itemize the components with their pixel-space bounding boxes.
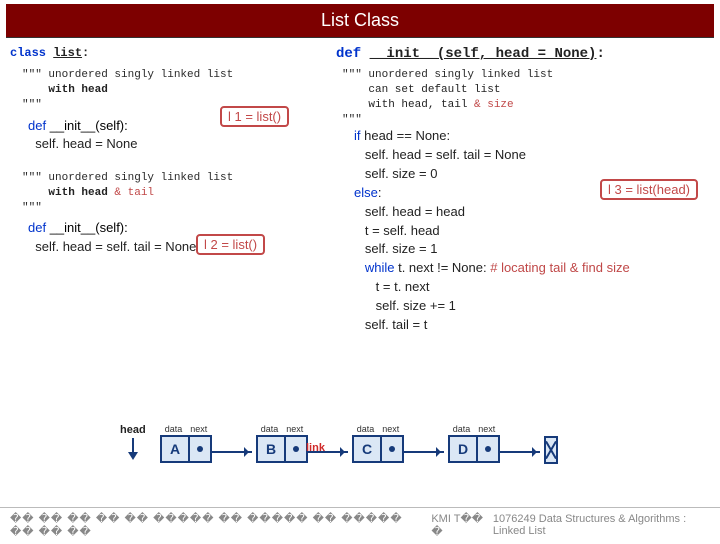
v2-doc-l2a: with head bbox=[48, 187, 114, 199]
c-l9: t = t. next bbox=[376, 279, 430, 294]
node-c-data: C bbox=[354, 437, 382, 461]
footer-glyphs: �� �� �� �� �� ����� �� ����� �� ����� �… bbox=[10, 512, 427, 538]
c-l8-rest: t. next != None: bbox=[394, 260, 486, 275]
left-column: class list: """ unordered singly linked … bbox=[6, 46, 336, 335]
node-a: data next A bbox=[160, 424, 212, 464]
node-d-data: D bbox=[450, 437, 478, 461]
c-l6: t = self. head bbox=[365, 223, 440, 238]
dot-icon bbox=[293, 446, 299, 452]
col-data: data bbox=[165, 424, 183, 434]
v1-body1: self. head = None bbox=[35, 136, 137, 151]
v2-init-code: def __init__(self): self. head = self. t… bbox=[28, 219, 330, 255]
v3-doc-l2: can set default list bbox=[368, 84, 500, 96]
v1-doc-l2: with head bbox=[48, 84, 107, 96]
v3-code: if head == None: self. head = self. tail… bbox=[354, 127, 714, 334]
c-l7: self. size = 1 bbox=[365, 241, 438, 256]
dot-icon bbox=[197, 446, 203, 452]
footer-course: 1076249 Data Structures & Algorithms : L… bbox=[493, 513, 710, 537]
c-l5: self. head = head bbox=[365, 204, 465, 219]
slide-footer: �� �� �� �� �� ����� �� ����� �� ����� �… bbox=[0, 507, 720, 538]
null-terminator bbox=[544, 436, 558, 464]
v2-body1: self. head = self. tail = None bbox=[35, 239, 196, 254]
callout-l1: l 1 = list() bbox=[220, 106, 289, 127]
v1-doc-l1: """ unordered singly linked list bbox=[22, 69, 233, 81]
v1-doc-l3: """ bbox=[22, 99, 42, 111]
col-data: data bbox=[453, 424, 471, 434]
v3-def-name: __init__(self, head = None) bbox=[370, 46, 597, 62]
v1-def-kw: def bbox=[28, 118, 46, 133]
class-name: list bbox=[53, 46, 82, 60]
c-l2: self. head = self. tail = None bbox=[365, 147, 526, 162]
link-arrow-4 bbox=[500, 451, 540, 453]
footer-mid: KMI T�� � bbox=[431, 512, 489, 538]
col-next: next bbox=[382, 424, 399, 434]
v3-doc-l3a: with head, tail bbox=[368, 99, 474, 111]
v2-def-kw: def bbox=[28, 220, 46, 235]
v2-doc-l3: """ bbox=[22, 202, 42, 214]
c-l3: self. size = 0 bbox=[365, 166, 438, 181]
c-l1-rest: head == None: bbox=[361, 128, 451, 143]
c-l8-kw: while bbox=[365, 260, 395, 275]
v3-doc-l1: """ unordered singly linked list bbox=[342, 69, 553, 81]
col-next: next bbox=[190, 424, 207, 434]
v2-doc-l1: """ unordered singly linked list bbox=[22, 172, 233, 184]
link-arrow-3 bbox=[404, 451, 444, 453]
callout-l2: l 2 = list() bbox=[196, 234, 265, 255]
v2-doc-amp: & tail bbox=[114, 187, 154, 199]
v3-def-kw: def bbox=[336, 46, 370, 62]
node-a-data: A bbox=[162, 437, 190, 461]
dot-icon bbox=[485, 446, 491, 452]
link-arrow-1 bbox=[212, 451, 252, 453]
linked-list-diagram: head bbox=[120, 424, 146, 462]
v3-def-line: def __init__(self, head = None): bbox=[336, 46, 714, 62]
c-l11: self. tail = t bbox=[365, 317, 428, 332]
v3-doc-l4: """ bbox=[342, 114, 362, 126]
v1-def-name: __init__(self): bbox=[50, 118, 128, 133]
head-label: head bbox=[120, 424, 146, 436]
c-l8-comment: # locating tail & find size bbox=[487, 260, 630, 275]
node-b: data next B bbox=[256, 424, 308, 464]
col-next: next bbox=[286, 424, 303, 434]
v2-docstring: """ unordered singly linked list with he… bbox=[22, 171, 330, 216]
head-pointer: head bbox=[120, 424, 146, 462]
v3-docstring: """ unordered singly linked list can set… bbox=[342, 68, 714, 127]
dot-icon bbox=[389, 446, 395, 452]
link-label: link bbox=[306, 442, 325, 454]
v3-def-colon: : bbox=[596, 46, 604, 62]
col-next: next bbox=[478, 424, 495, 434]
head-arrow-icon bbox=[126, 436, 140, 462]
v2-def-name: __init__(self): bbox=[50, 220, 128, 235]
kw-class: class bbox=[10, 46, 53, 60]
col-data: data bbox=[261, 424, 279, 434]
node-row: datanext A datanext B datanext C datanex… bbox=[160, 424, 558, 464]
c-l10: self. size += 1 bbox=[376, 298, 456, 313]
v3-doc-l3b: & size bbox=[474, 99, 514, 111]
class-colon: : bbox=[82, 46, 89, 60]
slide-title: List Class bbox=[6, 4, 714, 38]
col-data: data bbox=[357, 424, 375, 434]
c-l4-rest: : bbox=[378, 185, 382, 200]
node-c: data next C bbox=[352, 424, 404, 464]
c-l4-kw: else bbox=[354, 185, 378, 200]
node-d: data next D bbox=[448, 424, 500, 464]
callout-l3: l 3 = list(head) bbox=[600, 179, 698, 200]
class-declaration: class list: bbox=[10, 46, 330, 60]
node-b-data: B bbox=[258, 437, 286, 461]
